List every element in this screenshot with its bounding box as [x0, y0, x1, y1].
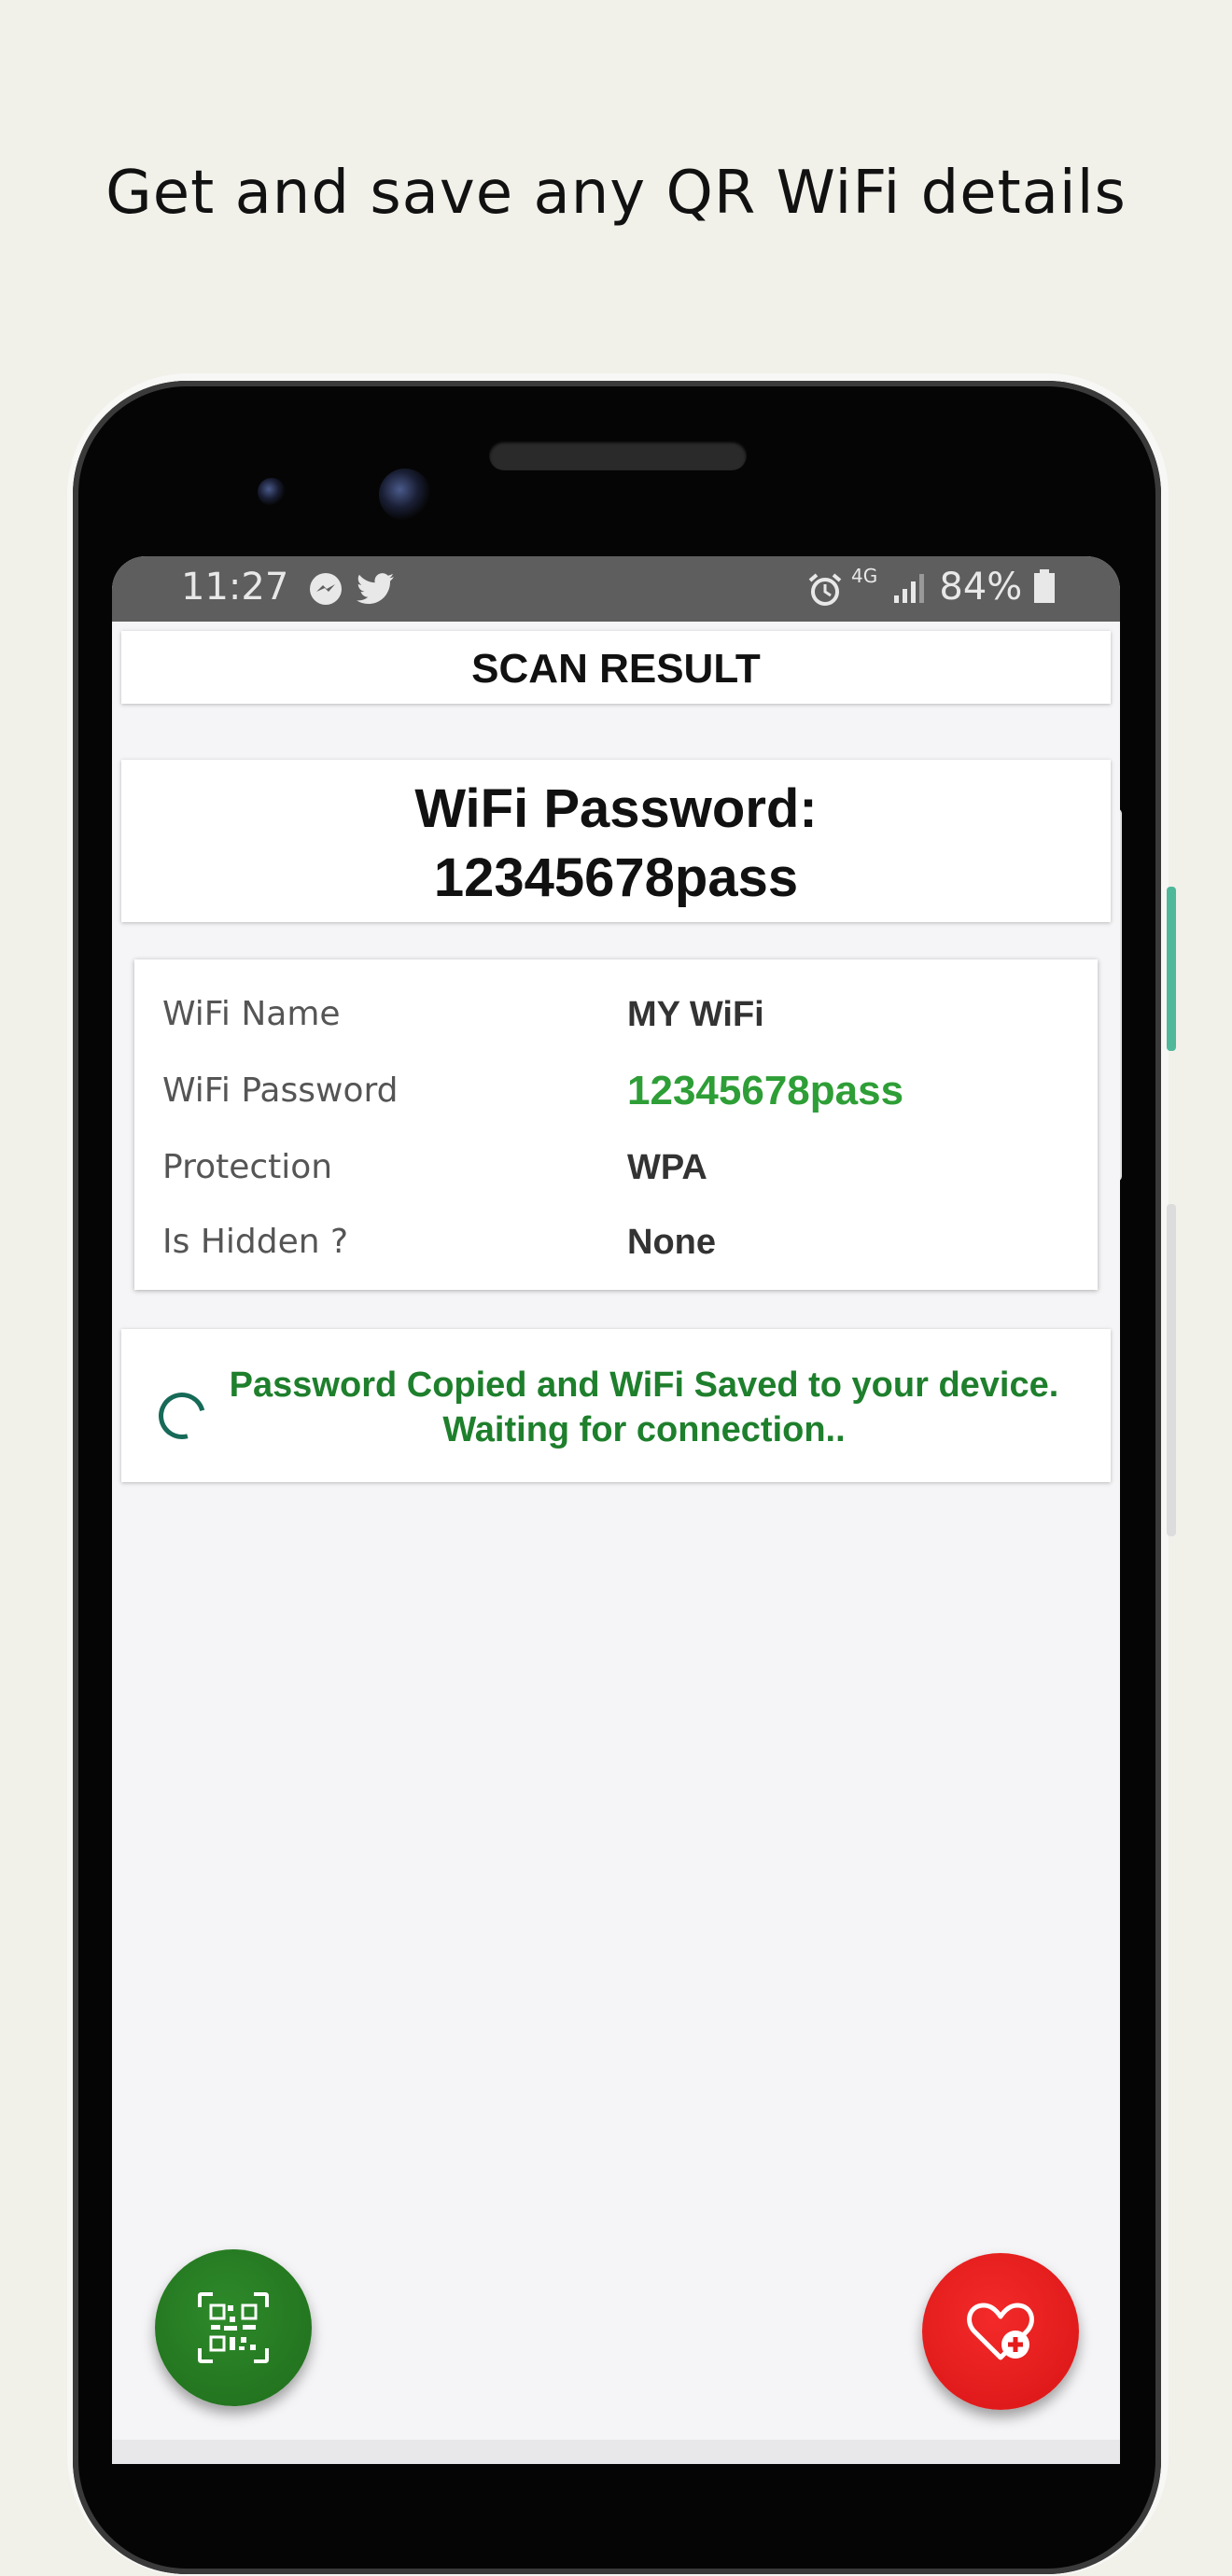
saved-wifi-button[interactable]: [922, 2253, 1079, 2410]
password-heading-label: WiFi Password:: [414, 778, 818, 839]
detail-label: WiFi Password: [162, 1071, 399, 1110]
status-time: 11:27: [181, 566, 289, 609]
password-heading-value[interactable]: 12345678pass: [121, 844, 1111, 913]
front-camera: [379, 469, 431, 521]
detail-row-is-hidden: Is Hidden ? None: [134, 1223, 1098, 1279]
detail-value-wifi-name: MY WiFi: [627, 995, 764, 1034]
detail-label: Is Hidden ?: [162, 1223, 349, 1261]
status-line-saved: Password Copied and WiFi Saved to your d…: [229, 1365, 1059, 1405]
signal-icon: [892, 571, 926, 614]
alarm-icon: [806, 571, 844, 618]
detail-row-protection: Protection WPA: [134, 1148, 1098, 1204]
phone-speaker: [489, 441, 747, 470]
detail-row-wifi-password: WiFi Password 12345678pass: [134, 1068, 1098, 1127]
navigation-bar-edge: [112, 2440, 1120, 2464]
heart-plus-icon: [967, 2303, 1034, 2360]
status-line-waiting: Waiting for connection..: [442, 1410, 846, 1449]
messenger-icon: [308, 571, 343, 616]
detail-value-wifi-password[interactable]: 12345678pass: [627, 1068, 903, 1114]
page-title: SCAN RESULT: [471, 646, 761, 692]
bixby-button: [1167, 887, 1176, 1051]
headline: Get and save any QR WiFi details: [105, 159, 1127, 228]
detail-row-wifi-name: WiFi Name MY WiFi: [134, 995, 1098, 1051]
side-panel-edge: [1167, 1204, 1176, 1536]
battery-icon: [1034, 569, 1055, 603]
detail-value-is-hidden: None: [627, 1223, 716, 1262]
wifi-details-card: WiFi Name MY WiFi WiFi Password 12345678…: [134, 959, 1098, 1290]
detail-label: WiFi Name: [162, 995, 341, 1033]
battery-status: 84%: [939, 566, 1055, 609]
qr-scan-icon: [198, 2292, 269, 2363]
scan-qr-button[interactable]: [155, 2249, 312, 2406]
status-bar: 11:27 4G 84%: [112, 556, 1120, 622]
password-heading: WiFi Password: 12345678pass: [121, 775, 1111, 913]
twitter-icon: [357, 571, 396, 616]
detail-value-protection: WPA: [627, 1148, 707, 1187]
battery-percent: 84%: [939, 566, 1023, 609]
connection-status-message: Password Copied and WiFi Saved to your d…: [196, 1363, 1092, 1452]
detail-label: Protection: [162, 1148, 333, 1186]
title-bar: SCAN RESULT: [121, 631, 1111, 704]
front-sensor: [258, 478, 286, 506]
connection-status-card: Password Copied and WiFi Saved to your d…: [121, 1329, 1111, 1482]
password-heading-card: WiFi Password: 12345678pass: [121, 760, 1111, 922]
network-type: 4G: [851, 565, 878, 587]
phone-screen: 11:27 4G 84% SCAN RESULT WiFi Password: …: [112, 556, 1120, 2464]
